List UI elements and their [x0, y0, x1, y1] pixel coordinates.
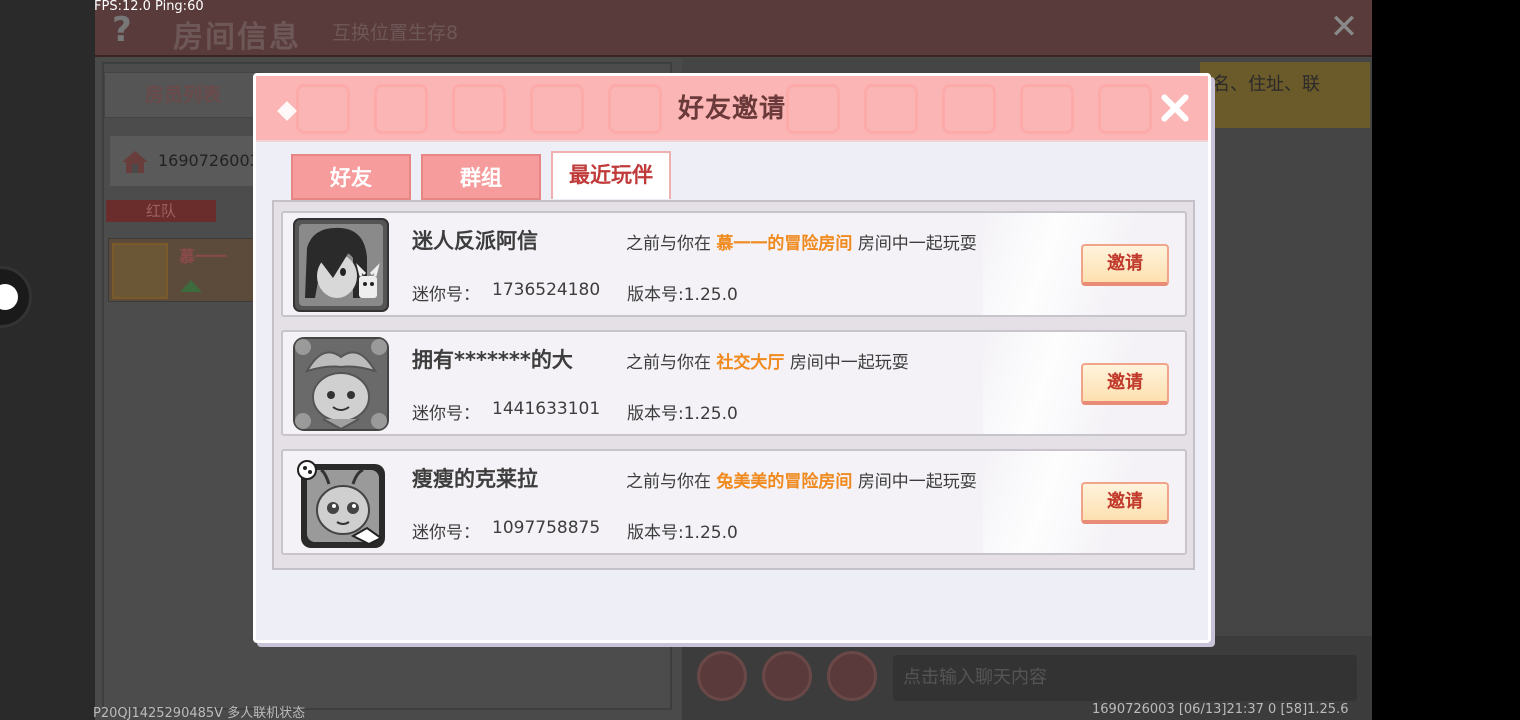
invite-button[interactable]: 邀请 — [1081, 482, 1169, 524]
played-prefix: 之前与你在 — [626, 234, 711, 254]
played-suffix: 房间中一起玩耍 — [857, 234, 977, 254]
player-name: 瘦瘦的克莱拉 — [412, 467, 538, 491]
chat-input[interactable]: 点击输入聊天内容 — [893, 655, 1357, 701]
tab-friends[interactable]: 好友 — [291, 154, 411, 200]
mini-id-label: 迷你号： — [412, 523, 480, 543]
help-icon[interactable]: ? — [112, 10, 142, 50]
dialog-header: 好友邀请 — [256, 76, 1208, 142]
emoji-icon[interactable] — [762, 651, 812, 701]
version-label: 版本号:1.25.0 — [627, 404, 738, 424]
mini-id-label: 迷你号： — [412, 404, 480, 424]
played-prefix: 之前与你在 — [626, 353, 711, 373]
list-item: 拥有*******的大 之前与你在 社交大厅 房间中一起玩耍 迷你号： 1441… — [281, 330, 1187, 436]
mini-id-label: 迷你号： — [412, 285, 480, 305]
player-avatar — [112, 243, 168, 299]
played-suffix: 房间中一起玩耍 — [789, 353, 909, 373]
room-info-title: 房间信息 — [173, 20, 301, 55]
antenna-character-avatar-icon — [297, 460, 385, 548]
recent-player-list[interactable]: 迷人反派阿信 之前与你在 慕一一的冒险房间 房间中一起玩耍 迷你号： 17365… — [272, 200, 1195, 570]
house-icon — [122, 151, 148, 173]
session-info: 1690726003 [06/13]21:37 0 [58]1.25.6 — [1092, 702, 1349, 717]
tab-groups[interactable]: 群组 — [421, 154, 541, 200]
list-item: 瘦瘦的克莱拉 之前与你在 兔美美的冒险房间 房间中一起玩耍 迷你号： 10977… — [281, 449, 1187, 555]
room-id: 1690726003 — [158, 151, 260, 170]
screen: ? 房间信息 互换位置生存8 ✕ 房员列表 1690726003 红队 慕一一 … — [0, 0, 1520, 720]
room-info-subtitle: 互换位置生存8 — [332, 22, 459, 44]
played-suffix: 房间中一起玩耍 — [857, 472, 977, 492]
tab-member-list[interactable]: 房员列表 — [104, 72, 262, 118]
room-name: 社交大厅 — [716, 353, 785, 373]
room-info-close-icon[interactable]: ✕ — [1325, 8, 1363, 46]
dialog-title: 好友邀请 — [677, 94, 786, 124]
tab-recent-players[interactable]: 最近玩伴 — [551, 151, 671, 199]
version-label: 版本号:1.25.0 — [627, 523, 738, 543]
played-together-text: 之前与你在 社交大厅 房间中一起玩耍 — [626, 348, 909, 373]
fps-readout: FPS:12.0 Ping:60 — [94, 0, 204, 14]
mini-id: 1736524180 — [492, 280, 601, 300]
player-name: 迷人反派阿信 — [412, 229, 538, 253]
played-prefix: 之前与你在 — [626, 472, 711, 492]
device-status: P20QJ1425290485V 多人联机状态 — [93, 706, 306, 720]
played-together-text: 之前与你在 兔美美的冒险房间 房间中一起玩耍 — [626, 467, 977, 492]
room-name: 兔美美的冒险房间 — [716, 472, 853, 492]
player-name: 拥有*******的大 — [412, 348, 573, 372]
played-together-text: 之前与你在 慕一一的冒险房间 房间中一起玩耍 — [626, 229, 977, 254]
promote-arrow-icon[interactable] — [180, 280, 202, 292]
dark-haired-character-avatar-icon — [293, 218, 389, 312]
list-item: 迷人反派阿信 之前与你在 慕一一的冒险房间 房间中一起玩耍 迷你号： 17365… — [281, 211, 1187, 317]
keyboard-icon[interactable] — [827, 651, 877, 701]
jester-character-avatar-icon — [293, 337, 389, 431]
left-edge-strip — [0, 0, 95, 720]
friend-invite-dialog: 好友邀请 好友 群组 最近玩伴 迷人反派阿信 之前与你在 慕一一的冒险房间 房间… — [253, 73, 1211, 643]
invite-button[interactable]: 邀请 — [1081, 244, 1169, 286]
invite-button[interactable]: 邀请 — [1081, 363, 1169, 405]
room-name: 慕一一的冒险房间 — [716, 234, 853, 254]
mini-id: 1441633101 — [492, 399, 601, 419]
version-label: 版本号:1.25.0 — [627, 285, 738, 305]
notice-banner: 名、住址、联 — [1200, 62, 1370, 128]
close-icon[interactable] — [1157, 90, 1193, 126]
red-team-label: 红队 — [106, 200, 216, 222]
mini-id: 1097758875 — [492, 518, 601, 538]
player-name: 慕一一 — [179, 247, 228, 266]
more-options-icon[interactable] — [697, 651, 747, 701]
